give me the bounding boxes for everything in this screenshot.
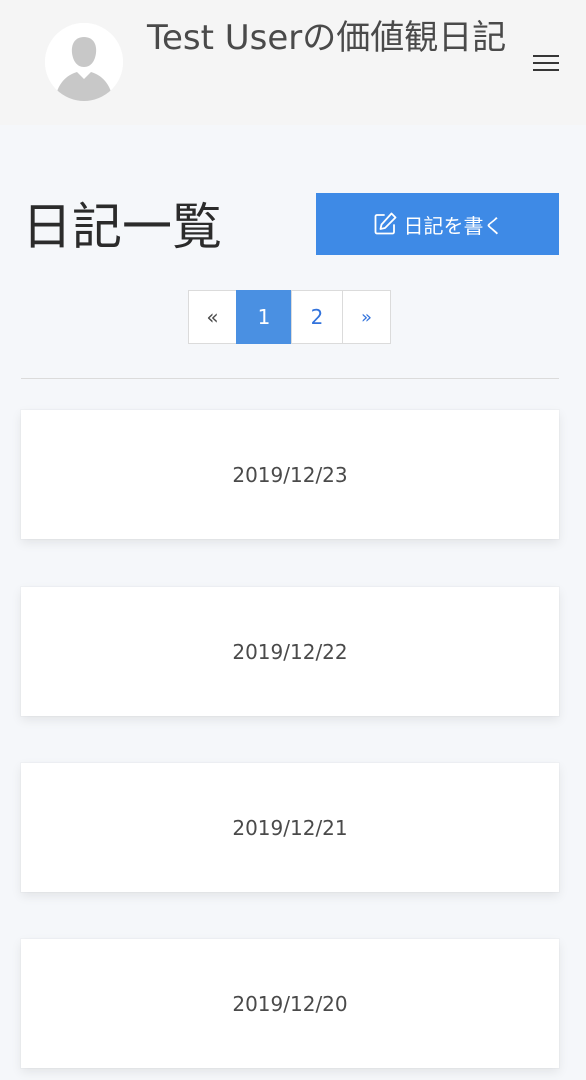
diary-entry-card[interactable]: 2019/12/22 [21, 587, 559, 716]
diary-entry-date: 2019/12/22 [232, 639, 348, 664]
diary-entry-date: 2019/12/20 [232, 991, 348, 1016]
site-title[interactable]: Test Userの価値観日記 [147, 10, 507, 66]
diary-entry-date: 2019/12/21 [232, 815, 348, 840]
write-diary-button[interactable]: 日記を書く [316, 193, 559, 255]
pagination-page-2[interactable]: 2 [291, 290, 343, 344]
diary-entry-card[interactable]: 2019/12/21 [21, 763, 559, 892]
pagination-previous[interactable]: « [188, 290, 237, 344]
pagination-next[interactable]: » [342, 290, 391, 344]
diary-entry-date: 2019/12/23 [232, 462, 348, 487]
edit-icon [372, 211, 398, 237]
hamburger-menu-icon[interactable] [526, 46, 566, 80]
pagination-page-1[interactable]: 1 [236, 290, 292, 344]
diary-entry-card[interactable]: 2019/12/23 [21, 410, 559, 539]
divider [21, 378, 559, 379]
pagination: « 1 2 » [188, 290, 391, 344]
page-title: 日記一覧 [22, 198, 222, 256]
navbar: Test Userの価値観日記 [0, 0, 586, 125]
write-diary-label: 日記を書く [403, 213, 504, 238]
user-avatar-icon[interactable] [45, 23, 123, 101]
diary-entry-card[interactable]: 2019/12/20 [21, 939, 559, 1068]
